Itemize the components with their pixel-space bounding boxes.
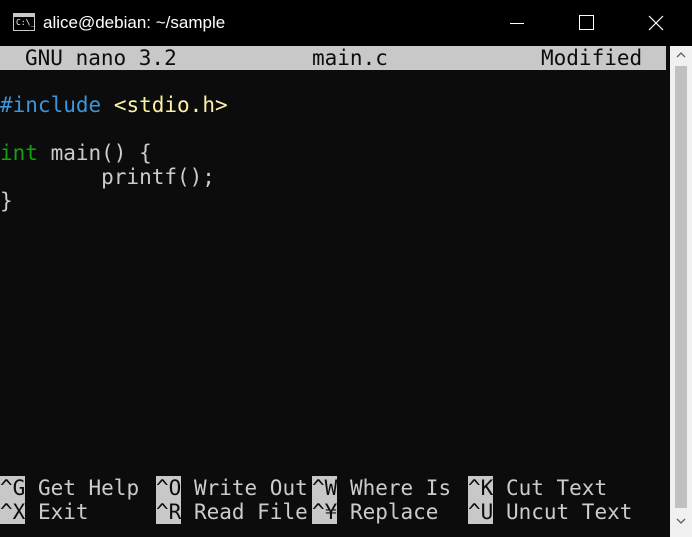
icon-bar [14,14,34,17]
shortcut-label: Where Is [349,476,452,500]
shortcut-key: ^X [0,500,26,524]
terminal-area[interactable]: GNU nano 3.2 main.c Modified #include <s… [0,46,670,537]
shortcut-key: ^O [156,476,182,500]
shortcut-replace[interactable]: ^¥ Replace [312,500,438,524]
code-line-5[interactable]: } [0,189,13,213]
nano-shortcut-bar: ^G Get Help ^O Write Out ^W Where Is ^K … [0,476,670,526]
shortcut-key: ^K [468,476,494,500]
terminal-app-icon[interactable]: C:\_ [13,13,35,31]
main-signature: main() { [37,141,152,165]
vertical-scrollbar[interactable] [670,46,692,537]
close-button[interactable] [633,0,679,46]
shortcut-label: Write Out [193,476,308,500]
shortcut-cut-text[interactable]: ^K Cut Text [468,476,607,500]
chevron-up-icon [676,52,686,58]
shortcut-label: Replace [349,500,439,524]
scroll-up-button[interactable] [670,46,692,64]
include-header: <stdio.h> [113,93,228,117]
minimize-button[interactable] [494,0,540,46]
minimize-icon [510,23,524,24]
include-directive: #include [0,93,102,117]
shortcut-key: ^G [0,476,26,500]
shortcut-where-is[interactable]: ^W Where Is [312,476,451,500]
int-keyword: int [0,141,38,165]
scroll-thumb[interactable] [675,66,687,508]
shortcut-label: Cut Text [505,476,608,500]
shortcut-exit[interactable]: ^X Exit [0,500,89,524]
shortcut-get-help[interactable]: ^G Get Help [0,476,139,500]
code-line-1[interactable]: #include <stdio.h> [0,93,228,117]
shortcut-label: Exit [37,500,89,524]
shortcut-write-out[interactable]: ^O Write Out [156,476,308,500]
window-title: alice@debian: ~/sample [43,13,226,32]
shortcut-key: ^R [156,500,182,524]
nano-version: GNU nano 3.2 [25,46,177,70]
nano-title-bar: GNU nano 3.2 main.c Modified [0,46,666,70]
shortcut-label: Get Help [37,476,140,500]
shortcut-key: ^U [468,500,494,524]
chevron-down-icon [676,518,686,524]
nano-filename: main.c [312,46,388,70]
nano-modified-status: Modified [541,46,643,70]
shortcut-label: Read File [193,500,308,524]
scroll-down-button[interactable] [670,512,692,530]
window-titlebar[interactable]: C:\_ alice@debian: ~/sample [0,0,692,46]
shortcut-label: Uncut Text [505,500,633,524]
shortcut-key: ^¥ [312,500,338,524]
maximize-button[interactable] [563,0,609,46]
code-line-3[interactable]: int main() { [0,141,152,165]
icon-prompt: C:\_ [16,18,36,27]
code-line-4[interactable]: printf(); [0,165,215,189]
close-icon [648,15,664,31]
shortcut-uncut-text[interactable]: ^U Uncut Text [468,500,632,524]
shortcut-read-file[interactable]: ^R Read File [156,500,308,524]
maximize-icon [579,15,594,30]
shortcut-key: ^W [312,476,338,500]
